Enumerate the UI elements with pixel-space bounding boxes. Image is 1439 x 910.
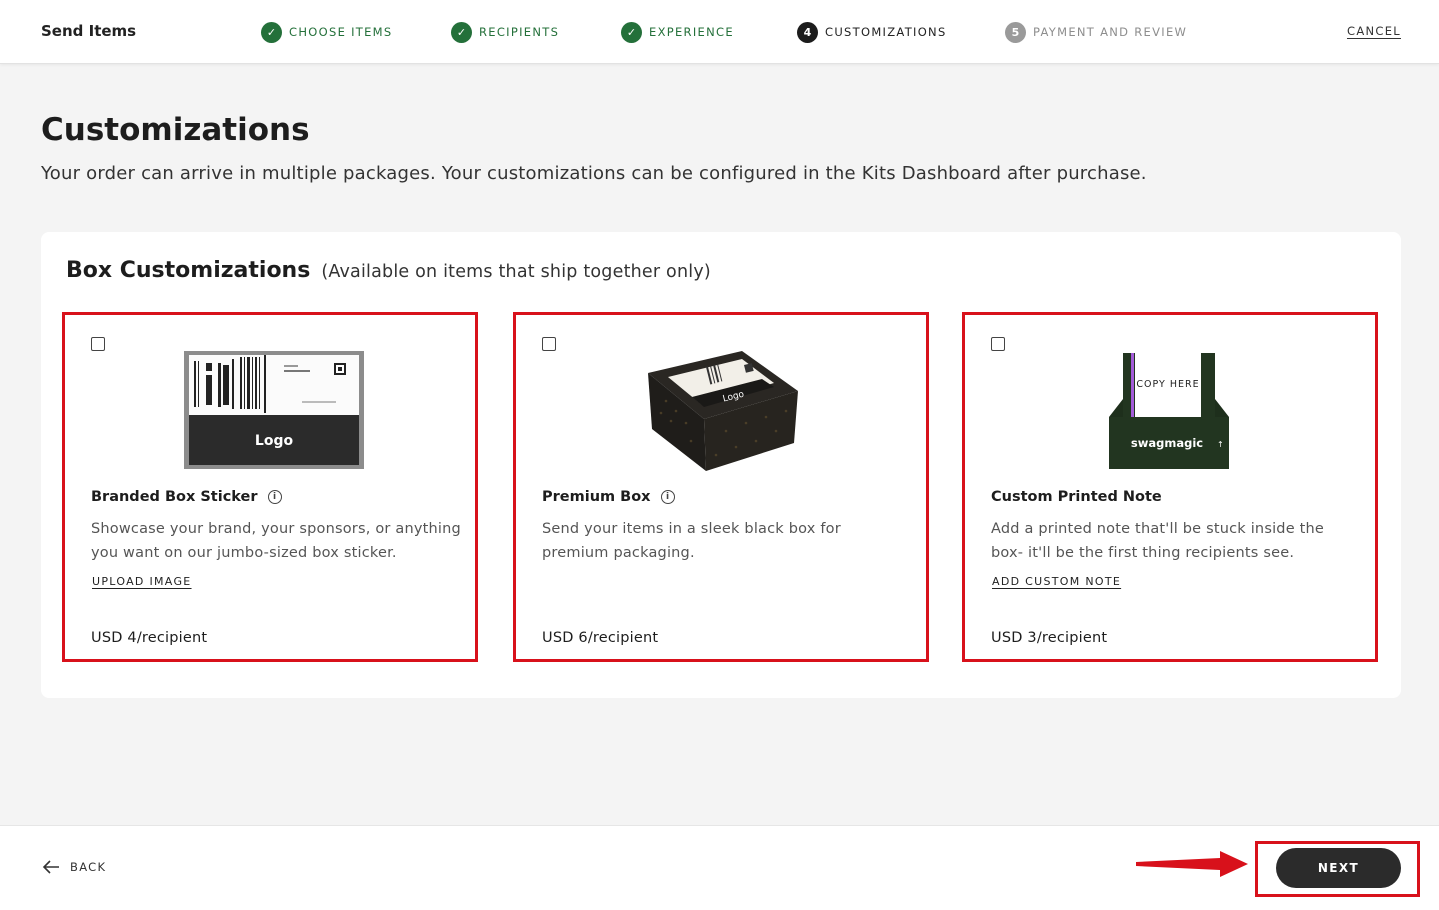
- sticker-logo-text: Logo: [255, 433, 294, 449]
- back-button[interactable]: BACK: [42, 860, 106, 874]
- arrow-left-icon: [42, 860, 59, 874]
- back-label: BACK: [70, 860, 107, 874]
- check-icon: ✓: [261, 21, 282, 43]
- card-name-text: Premium Box: [542, 489, 651, 505]
- check-icon: ✓: [621, 21, 642, 43]
- step-customizations: 4 CUSTOMIZATIONS: [797, 21, 947, 43]
- box-customizations-panel: Box Customizations (Available on items t…: [41, 232, 1401, 698]
- card-custom-printed-note[interactable]: COPY HERE swagmagic ↑ Custom Printed Not…: [962, 312, 1378, 662]
- checkbox[interactable]: [991, 337, 1005, 351]
- cancel-link[interactable]: CANCEL: [1347, 24, 1401, 38]
- panel-note: (Available on items that ship together o…: [321, 262, 711, 282]
- card-price: USD 4/recipient: [91, 630, 208, 646]
- panel-title: Box Customizations: [66, 258, 311, 283]
- top-header: Send Items ✓ CHOOSE ITEMS ✓ RECIPIENTS ✓…: [0, 0, 1439, 64]
- step-experience[interactable]: ✓ EXPERIENCE: [621, 21, 734, 43]
- card-price: USD 6/recipient: [542, 630, 659, 646]
- upload-image-link[interactable]: UPLOAD IMAGE: [92, 575, 192, 588]
- card-premium-box[interactable]: Logo Premium Box i Send your items in a …: [513, 312, 929, 662]
- next-button[interactable]: NEXT: [1276, 848, 1401, 888]
- note-copy-text: COPY HERE: [1136, 379, 1199, 390]
- checkbox[interactable]: [91, 337, 105, 351]
- step-choose-items[interactable]: ✓ CHOOSE ITEMS: [261, 21, 393, 43]
- step-label: CHOOSE ITEMS: [289, 25, 393, 39]
- card-description: Add a printed note that'll be stuck insi…: [991, 521, 1325, 561]
- step-label: CUSTOMIZATIONS: [825, 25, 947, 39]
- premium-box-image: Logo: [646, 351, 800, 477]
- check-icon: ✓: [451, 21, 472, 43]
- checkbox[interactable]: [542, 337, 556, 351]
- red-arrow-annotation-icon: [1136, 851, 1248, 877]
- step-label: PAYMENT AND REVIEW: [1033, 25, 1188, 39]
- page-subtitle: Your order can arrive in multiple packag…: [41, 163, 1147, 184]
- info-icon[interactable]: i: [267, 490, 282, 504]
- step-label: EXPERIENCE: [649, 25, 734, 39]
- app-title: Send Items: [41, 22, 137, 40]
- svg-text:↑: ↑: [1217, 440, 1224, 449]
- step-payment-review: 5 PAYMENT AND REVIEW: [1005, 21, 1187, 43]
- bottom-bar: BACK NEXT: [0, 825, 1439, 910]
- panel-heading: Box Customizations (Available on items t…: [66, 258, 711, 283]
- step-number: 4: [797, 21, 818, 43]
- card-price: USD 3/recipient: [991, 630, 1108, 646]
- printed-note-image: COPY HERE swagmagic ↑: [1107, 350, 1231, 475]
- step-number: 5: [1005, 21, 1026, 43]
- card-name-text: Custom Printed Note: [991, 489, 1162, 505]
- swagmagic-logo: swagmagic: [1131, 436, 1203, 450]
- page-title: Customizations: [41, 112, 310, 148]
- add-custom-note-link[interactable]: ADD CUSTOM NOTE: [992, 575, 1121, 588]
- card-name: Premium Box i: [542, 489, 675, 505]
- card-description: Send your items in a sleek black box for…: [542, 521, 841, 561]
- step-label: RECIPIENTS: [479, 25, 560, 39]
- card-branded-box-sticker[interactable]: Logo Branded Box Sticker i Showcase your…: [62, 312, 478, 662]
- step-recipients[interactable]: ✓ RECIPIENTS: [451, 21, 559, 43]
- card-name-text: Branded Box Sticker: [91, 489, 258, 505]
- card-description: Showcase your brand, your sponsors, or a…: [91, 521, 461, 561]
- info-icon[interactable]: i: [660, 490, 675, 504]
- card-name: Branded Box Sticker i: [91, 489, 282, 505]
- sticker-image: Logo: [184, 351, 364, 473]
- card-name: Custom Printed Note: [991, 489, 1162, 505]
